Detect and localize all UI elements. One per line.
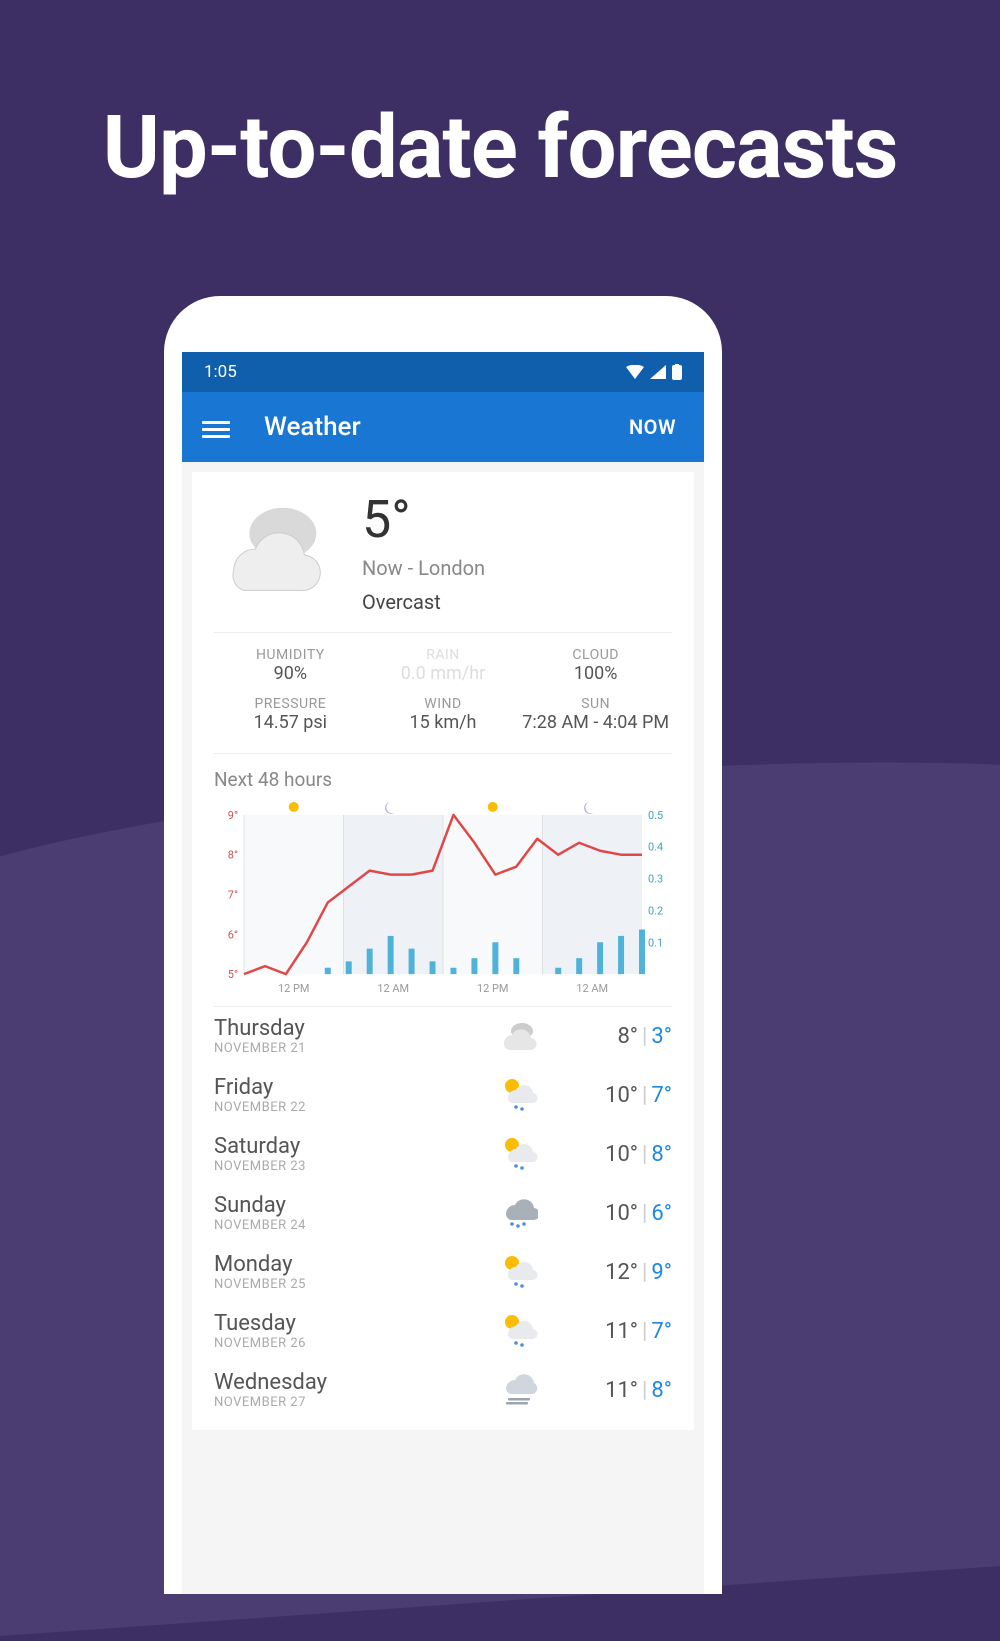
forecast-weather-icon xyxy=(496,1194,540,1234)
humidity-value: 90% xyxy=(214,663,367,684)
forecast-day: Friday xyxy=(214,1076,486,1100)
forecast-date: NOVEMBER 27 xyxy=(214,1395,486,1410)
forecast-date: NOVEMBER 24 xyxy=(214,1218,486,1233)
forecast-temps: 8°|3° xyxy=(550,1024,672,1049)
chart-title: Next 48 hours xyxy=(214,768,672,791)
forecast-high: 10° xyxy=(605,1201,638,1226)
forecast-high: 8° xyxy=(617,1024,638,1049)
svg-text:12 AM: 12 AM xyxy=(377,982,409,995)
forecast-date: NOVEMBER 21 xyxy=(214,1041,486,1056)
forecast-list: Thursday NOVEMBER 21 8°|3° Friday NOVEMB… xyxy=(214,1007,672,1420)
svg-text:5°: 5° xyxy=(228,968,238,981)
menu-icon[interactable] xyxy=(202,417,230,437)
sun-value: 7:28 AM - 4:04 PM xyxy=(519,712,672,733)
forecast-day: Monday xyxy=(214,1253,486,1277)
forecast-low: 3° xyxy=(651,1024,672,1049)
overcast-icon xyxy=(214,494,332,594)
app-title: Weather xyxy=(264,412,629,442)
stats-grid: HUMIDITY 90% RAIN 0.0 mm/hr CLOUD 100% P… xyxy=(214,632,672,754)
forecast-row[interactable]: Saturday NOVEMBER 23 10°|8° xyxy=(214,1125,672,1184)
svg-text:7°: 7° xyxy=(228,888,238,901)
status-icons xyxy=(626,364,682,380)
svg-text:9°: 9° xyxy=(228,809,238,822)
forecast-chart[interactable]: 5° 6° 7° 8° 9° 0.1 0.2 0.3 0.4 0.5 12 PM 12 AM 12 PM… xyxy=(214,797,672,1007)
humidity-label: HUMIDITY xyxy=(214,647,367,663)
forecast-day: Saturday xyxy=(214,1135,486,1159)
svg-text:6°: 6° xyxy=(228,928,238,941)
svg-text:0.1: 0.1 xyxy=(648,936,663,949)
svg-text:12 PM: 12 PM xyxy=(278,982,309,995)
forecast-low: 7° xyxy=(651,1319,672,1344)
svg-text:12 PM: 12 PM xyxy=(477,982,508,995)
rain-label: RAIN xyxy=(367,647,520,663)
forecast-temps: 10°|7° xyxy=(550,1083,672,1108)
forecast-date: NOVEMBER 26 xyxy=(214,1336,486,1351)
forecast-high: 10° xyxy=(605,1083,638,1108)
forecast-day: Sunday xyxy=(214,1194,486,1218)
forecast-weather-icon xyxy=(496,1253,540,1293)
svg-text:0.3: 0.3 xyxy=(648,873,663,886)
forecast-row[interactable]: Friday NOVEMBER 22 10°|7° xyxy=(214,1066,672,1125)
forecast-day: Thursday xyxy=(214,1017,486,1041)
forecast-low: 9° xyxy=(651,1260,672,1285)
rain-value: 0.0 mm/hr xyxy=(367,663,520,684)
forecast-low: 6° xyxy=(651,1201,672,1226)
forecast-date: NOVEMBER 25 xyxy=(214,1277,486,1292)
forecast-high: 11° xyxy=(605,1319,638,1344)
pressure-value: 14.57 psi xyxy=(214,712,367,733)
forecast-temps: 11°|8° xyxy=(550,1378,672,1403)
forecast-temps: 10°|6° xyxy=(550,1201,672,1226)
wind-value: 15 km/h xyxy=(367,712,520,733)
forecast-row[interactable]: Tuesday NOVEMBER 26 11°|7° xyxy=(214,1302,672,1361)
app-bar: Weather NOW xyxy=(182,392,704,462)
forecast-temps: 10°|8° xyxy=(550,1142,672,1167)
phone-screen: 1:05 Weather NOW 5° xyxy=(182,352,704,1594)
svg-text:12 AM: 12 AM xyxy=(576,982,608,995)
battery-icon xyxy=(672,364,682,380)
forecast-row[interactable]: Monday NOVEMBER 25 12°|9° xyxy=(214,1243,672,1302)
cloud-value: 100% xyxy=(519,663,672,684)
wind-label: WIND xyxy=(367,696,520,712)
status-bar: 1:05 xyxy=(182,352,704,392)
forecast-row[interactable]: Thursday NOVEMBER 21 8°|3° xyxy=(214,1007,672,1066)
forecast-day: Wednesday xyxy=(214,1371,486,1395)
wifi-icon xyxy=(626,365,644,379)
svg-text:8°: 8° xyxy=(228,849,238,862)
signal-icon xyxy=(650,365,666,379)
current-description: Overcast xyxy=(362,590,672,614)
forecast-weather-icon xyxy=(496,1076,540,1116)
svg-text:0.2: 0.2 xyxy=(648,904,663,917)
cloud-label: CLOUD xyxy=(519,647,672,663)
svg-text:0.5: 0.5 xyxy=(648,809,663,822)
forecast-low: 8° xyxy=(651,1142,672,1167)
pressure-label: PRESSURE xyxy=(214,696,367,712)
forecast-row[interactable]: Sunday NOVEMBER 24 10°|6° xyxy=(214,1184,672,1243)
forecast-date: NOVEMBER 22 xyxy=(214,1100,486,1115)
phone-frame: 1:05 Weather NOW 5° xyxy=(164,296,722,1594)
forecast-temps: 12°|9° xyxy=(550,1260,672,1285)
forecast-low: 8° xyxy=(651,1378,672,1403)
forecast-weather-icon xyxy=(496,1135,540,1175)
forecast-day: Tuesday xyxy=(214,1312,486,1336)
forecast-high: 11° xyxy=(605,1378,638,1403)
forecast-row[interactable]: Wednesday NOVEMBER 27 11°|8° xyxy=(214,1361,672,1420)
forecast-weather-icon xyxy=(496,1312,540,1352)
forecast-high: 12° xyxy=(605,1260,638,1285)
sun-label: SUN xyxy=(519,696,672,712)
forecast-date: NOVEMBER 23 xyxy=(214,1159,486,1174)
current-weather: 5° Now - London Overcast xyxy=(214,494,672,614)
forecast-weather-icon xyxy=(496,1371,540,1411)
forecast-high: 10° xyxy=(605,1142,638,1167)
status-time: 1:05 xyxy=(204,362,626,382)
weather-card: 5° Now - London Overcast HUMIDITY 90% RA… xyxy=(192,472,694,1430)
now-button[interactable]: NOW xyxy=(629,415,676,439)
current-temp: 5° xyxy=(362,494,672,546)
forecast-low: 7° xyxy=(651,1083,672,1108)
headline: Up-to-date forecasts xyxy=(0,97,1000,199)
forecast-weather-icon xyxy=(496,1017,540,1057)
current-location: Now - London xyxy=(362,556,672,580)
svg-text:0.4: 0.4 xyxy=(648,841,663,854)
forecast-temps: 11°|7° xyxy=(550,1319,672,1344)
